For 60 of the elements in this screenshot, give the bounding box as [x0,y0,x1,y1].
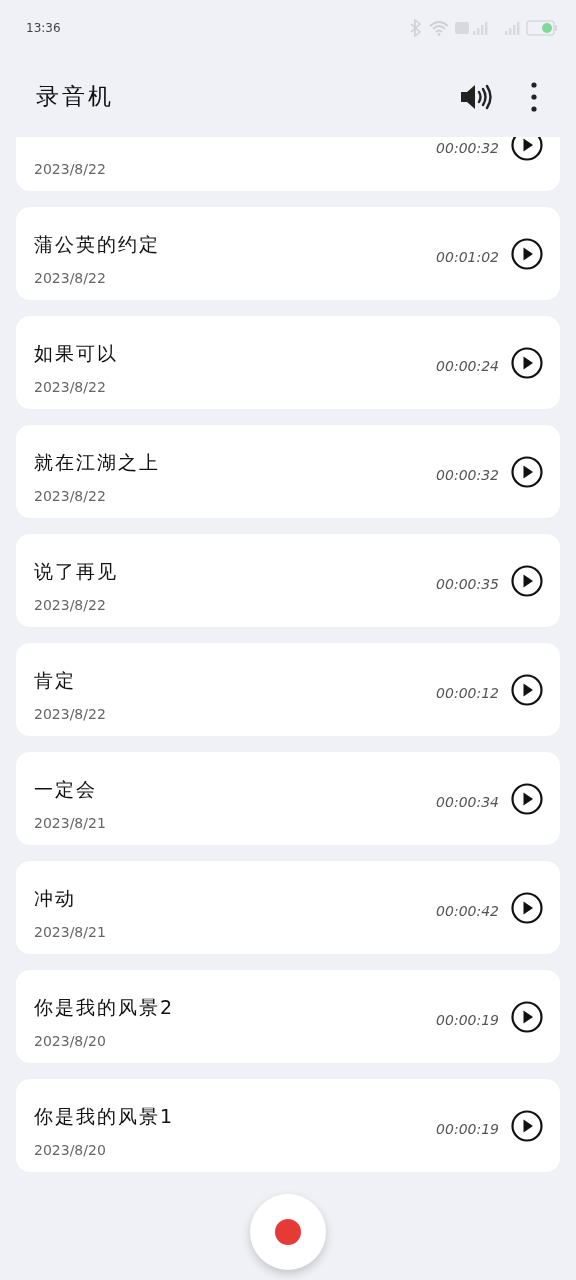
recording-title: 冲动 [34,886,77,911]
recording-duration: 00:00:19 [436,1120,499,1137]
play-button-icon[interactable] [511,891,543,924]
recording-duration: 00:00:19 [436,1011,499,1028]
play-button-icon[interactable] [511,673,543,706]
recording-date: 2023/8/22 [34,597,107,613]
app-title: 录音机 [36,82,115,111]
signal-icon [455,20,489,36]
recording-card[interactable]: 冲动 2023/8/21 00:00:42 [16,861,560,954]
recording-duration: 00:00:42 [436,902,499,919]
battery-icon [526,20,558,36]
record-icon [275,1219,301,1245]
recording-duration: 00:00:32 [436,466,499,483]
play-button-icon[interactable] [511,782,543,815]
recording-date: 2023/8/22 [34,161,107,177]
recording-duration: 00:00:24 [436,357,499,374]
recording-duration: 00:00:32 [436,139,499,156]
recording-duration: 00:00:12 [436,684,499,701]
recording-date: 2023/8/20 [34,1142,107,1158]
play-button-icon[interactable] [511,346,543,379]
recording-card[interactable]: 你是我的风景2 2023/8/20 00:00:19 [16,970,560,1063]
recording-card[interactable]: 你是我的风景1 2023/8/20 00:00:19 [16,1079,560,1172]
more-menu-icon[interactable] [530,81,538,112]
signal-icon [505,21,520,35]
bluetooth-icon [409,19,423,37]
recording-title: 蒲公英的约定 [34,232,161,257]
recording-card[interactable]: 如果可以 2023/8/22 00:00:24 [16,316,560,409]
recording-title: 如果可以 [34,341,119,366]
recording-duration: 00:00:34 [436,793,499,810]
recording-title: 肯定 [34,668,77,693]
play-button-icon[interactable] [511,1000,543,1033]
recording-duration: 00:01:02 [436,248,499,265]
recording-card[interactable]: 蒲公英的约定 2023/8/22 00:01:02 [16,207,560,300]
recording-title: 一定会 [34,777,98,802]
recording-card[interactable]: 就在江湖之上 2023/8/22 00:00:32 [16,425,560,518]
recording-title: 你是我的风景1 [34,1104,176,1129]
recording-title: 说了再见 [34,559,119,584]
recording-date: 2023/8/21 [34,924,107,940]
play-button-icon[interactable] [511,455,543,488]
recording-date: 2023/8/22 [34,488,107,504]
recording-date: 2023/8/20 [34,1033,107,1049]
status-time: 13:36 [26,21,61,35]
recording-card[interactable]: 肯定 2023/8/22 00:00:12 [16,643,560,736]
recording-date: 2023/8/22 [34,270,107,286]
play-button-icon[interactable] [511,137,543,161]
recording-card[interactable]: 说了再见 2023/8/22 00:00:35 [16,534,560,627]
recording-title: 你是我的风景2 [34,995,176,1020]
recording-card[interactable]: 一定会 2023/8/21 00:00:34 [16,752,560,845]
play-button-icon[interactable] [511,564,543,597]
recording-card[interactable]: 2023/8/22 00:00:32 [16,137,560,191]
recording-date: 2023/8/22 [34,379,107,395]
speaker-icon[interactable] [460,83,492,110]
recording-date: 2023/8/21 [34,815,107,831]
play-button-icon[interactable] [511,237,543,270]
play-button-icon[interactable] [511,1109,543,1142]
wifi-icon [429,20,449,36]
record-button[interactable] [250,1194,326,1270]
recording-title: 就在江湖之上 [34,450,161,475]
recording-duration: 00:00:35 [436,575,499,592]
recording-date: 2023/8/22 [34,706,107,722]
